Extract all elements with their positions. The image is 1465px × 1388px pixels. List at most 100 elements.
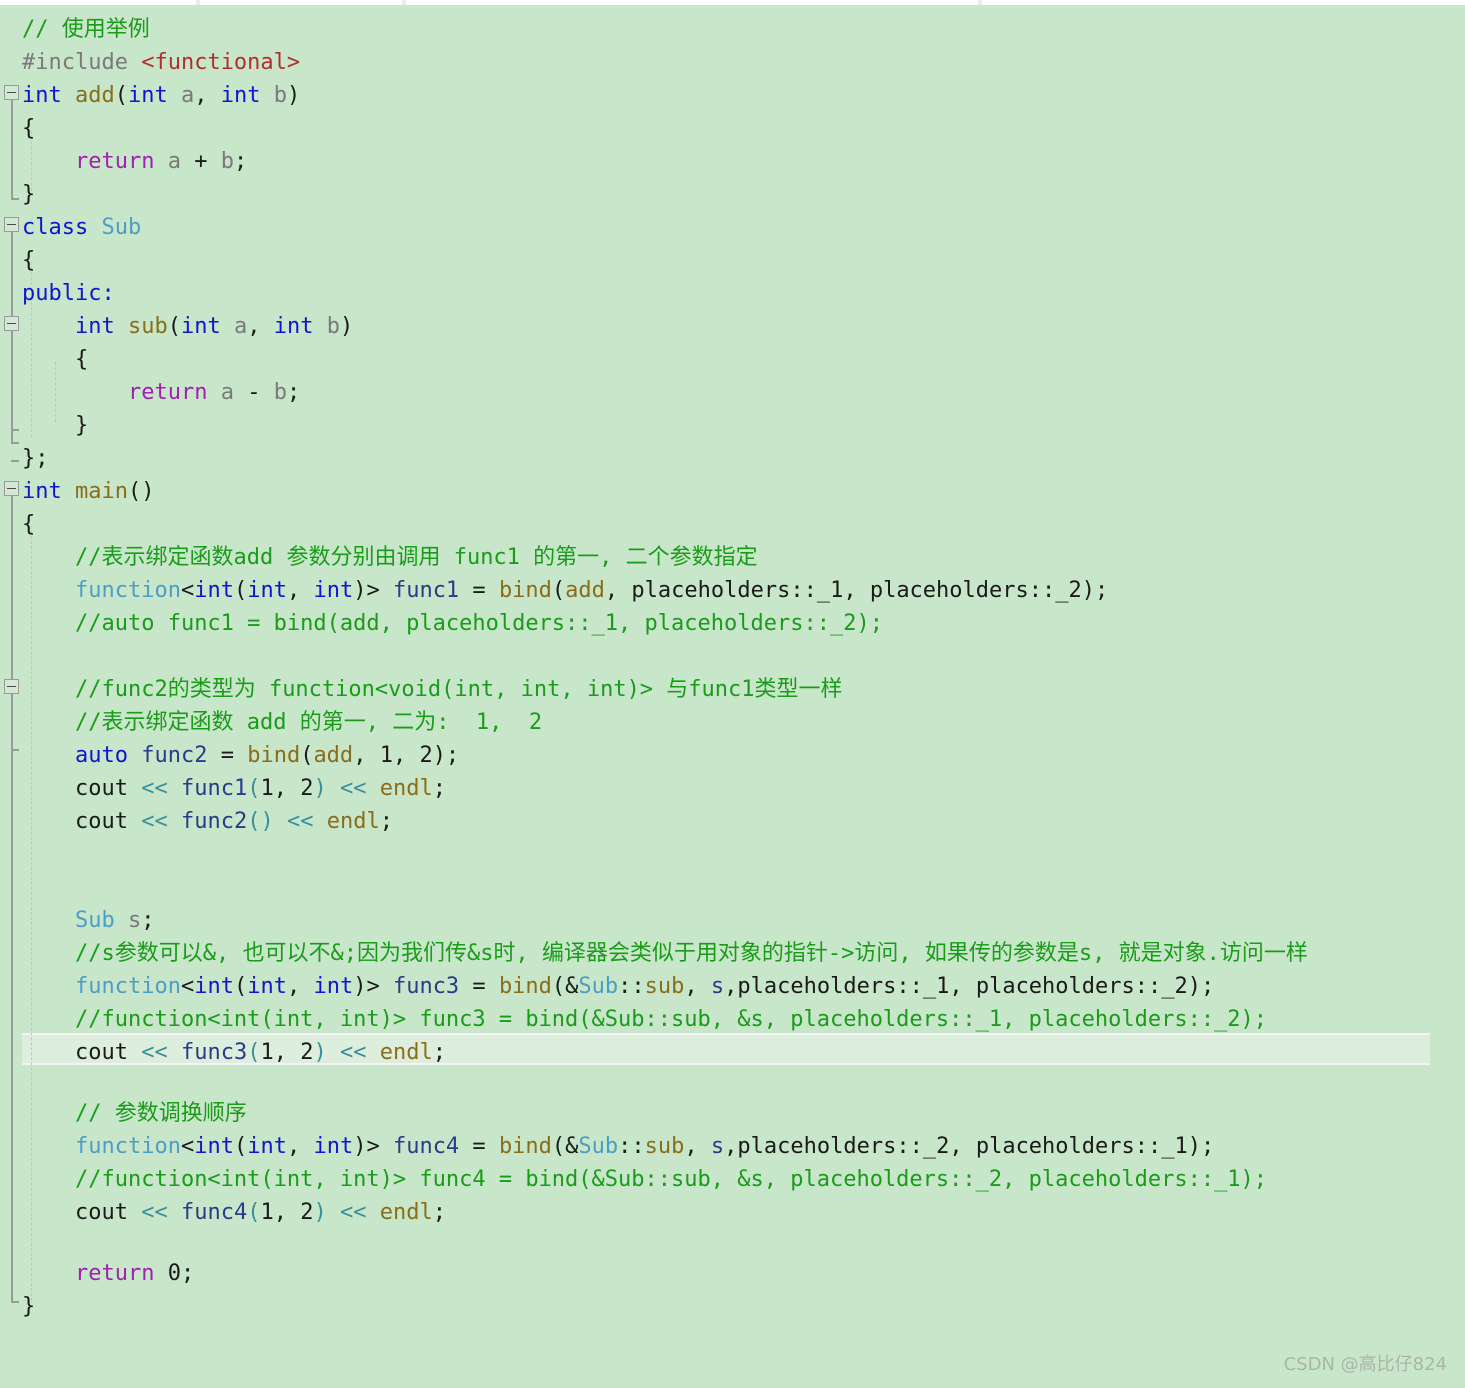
code-token: ; [286, 380, 301, 405]
code-line[interactable]: return 0; [0, 1257, 1465, 1290]
code-token: int [194, 578, 234, 603]
code-token: ; [233, 149, 248, 174]
code-line[interactable]: function<int(int, int)> func4 = bind(&Su… [0, 1130, 1465, 1163]
code-line[interactable] [0, 871, 1465, 904]
code-line[interactable]: return a + b; [0, 145, 1465, 178]
code-line[interactable]: //auto func1 = bind(add, placeholders::_… [0, 607, 1465, 640]
code-token: ( [167, 314, 181, 339]
code-token: << [286, 809, 314, 834]
code-line[interactable]: cout << func2() << endl; [0, 805, 1465, 838]
code-token: int [247, 578, 287, 603]
code-line[interactable]: }; [0, 442, 1465, 475]
code-line[interactable]: { [0, 508, 1465, 541]
code-token: b [273, 83, 287, 108]
code-token: ; [432, 1040, 446, 1065]
code-token: ( [247, 1200, 261, 1225]
code-line[interactable]: int sub(int a, int b) [0, 310, 1465, 343]
code-line[interactable]: auto func2 = bind(add, 1, 2); [0, 739, 1465, 772]
code-line[interactable]: } [0, 178, 1465, 211]
code-token: s [710, 974, 725, 999]
code-token: int [74, 314, 115, 339]
code-line[interactable]: cout << func3(1, 2) << endl; [0, 1036, 1465, 1069]
code-line[interactable]: function<int(int, int)> func3 = bind(&Su… [0, 970, 1465, 1003]
code-token: int [247, 1134, 287, 1159]
code-line[interactable]: { [0, 244, 1465, 277]
code-token: << [141, 1200, 168, 1225]
code-line[interactable]: Sub s; [0, 904, 1465, 937]
code-token: ; [432, 776, 446, 801]
code-token: // 使用举例 [22, 17, 150, 42]
code-token: 0 [167, 1261, 181, 1286]
code-line[interactable]: { [0, 343, 1465, 376]
code-token: bind [498, 578, 552, 603]
code-text-area[interactable]: // 使用举例 #include <functional> int add(int … [0, 5, 1465, 1388]
code-line[interactable]: // 参数调换顺序 [0, 1097, 1465, 1130]
code-token: 2 [300, 776, 314, 801]
code-line[interactable]: int add(int a, int b) [0, 79, 1465, 112]
code-line[interactable] [0, 838, 1465, 871]
code-token: ; [379, 809, 393, 834]
code-line[interactable]: { [0, 112, 1465, 145]
code-token: bind [498, 1134, 552, 1159]
code-line[interactable]: } [0, 1290, 1465, 1323]
code-line[interactable]: //表示绑定函数 add 的第一, 二为: 1, 2 [0, 706, 1465, 739]
code-line[interactable]: public: [0, 277, 1465, 310]
code-token: 1 [260, 1200, 274, 1225]
code-line[interactable]: //function<int(int, int)> func3 = bind(&… [0, 1003, 1465, 1036]
code-token: func1 [180, 776, 248, 801]
code-line[interactable]: return a - b; [0, 376, 1465, 409]
code-token: int [273, 314, 314, 339]
code-line[interactable]: int main() [0, 475, 1465, 508]
code-token: //auto func1 = bind(add, placeholders::_… [74, 611, 883, 636]
code-token: (& [551, 1134, 579, 1159]
code-token: class [22, 215, 89, 240]
code-token: 1 [260, 776, 274, 801]
code-token: ; [432, 1200, 446, 1225]
code-token: ( [233, 578, 248, 603]
code-token: //function<int(int, int)> func3 = bind(&… [74, 1007, 1268, 1032]
code-line[interactable] [0, 640, 1465, 673]
code-line[interactable]: //func2的类型为 function<void(int, int, int)… [0, 673, 1465, 706]
code-line[interactable]: //function<int(int, int)> func4 = bind(&… [0, 1163, 1465, 1196]
code-line[interactable]: cout << func4(1, 2) << endl; [0, 1196, 1465, 1229]
code-line[interactable]: //表示绑定函数add 参数分别由调用 func1 的第一, 二个参数指定 [0, 541, 1465, 574]
code-token: , [392, 743, 420, 768]
code-token: int [22, 83, 62, 108]
code-line[interactable]: #include <functional> [0, 46, 1465, 79]
code-token: 2 [300, 1200, 314, 1225]
code-token: func2 [141, 743, 208, 768]
code-token: Sub [578, 1134, 619, 1159]
code-token: () [247, 809, 274, 834]
code-token: // 参数调换顺序 [74, 1101, 247, 1126]
code-token: }; [22, 446, 49, 471]
code-token: { [22, 347, 89, 372]
code-token: ); [432, 743, 460, 768]
code-line[interactable]: cout << func1(1, 2) << endl; [0, 772, 1465, 805]
code-token: , [247, 314, 274, 339]
code-line[interactable]: function<int(int, int)> func1 = bind(add… [0, 574, 1465, 607]
code-token: } [22, 182, 36, 207]
code-token: ,placeholders::_2, placeholders::_1); [724, 1134, 1215, 1159]
code-line[interactable]: // 使用举例 [0, 13, 1465, 46]
code-token: <functional> [141, 50, 301, 75]
code-token: ( [300, 743, 314, 768]
code-token: ( [233, 1134, 248, 1159]
code-line[interactable]: class Sub [0, 211, 1465, 244]
code-line[interactable]: } [0, 409, 1465, 442]
code-token: Sub [578, 974, 619, 999]
code-token: b [326, 314, 340, 339]
code-token: 1 [379, 743, 393, 768]
code-line[interactable]: //s参数可以&, 也可以不&;因为我们传&s时, 编译器会类似于用对象的指针-… [0, 937, 1465, 970]
code-token: ( [247, 1040, 261, 1065]
